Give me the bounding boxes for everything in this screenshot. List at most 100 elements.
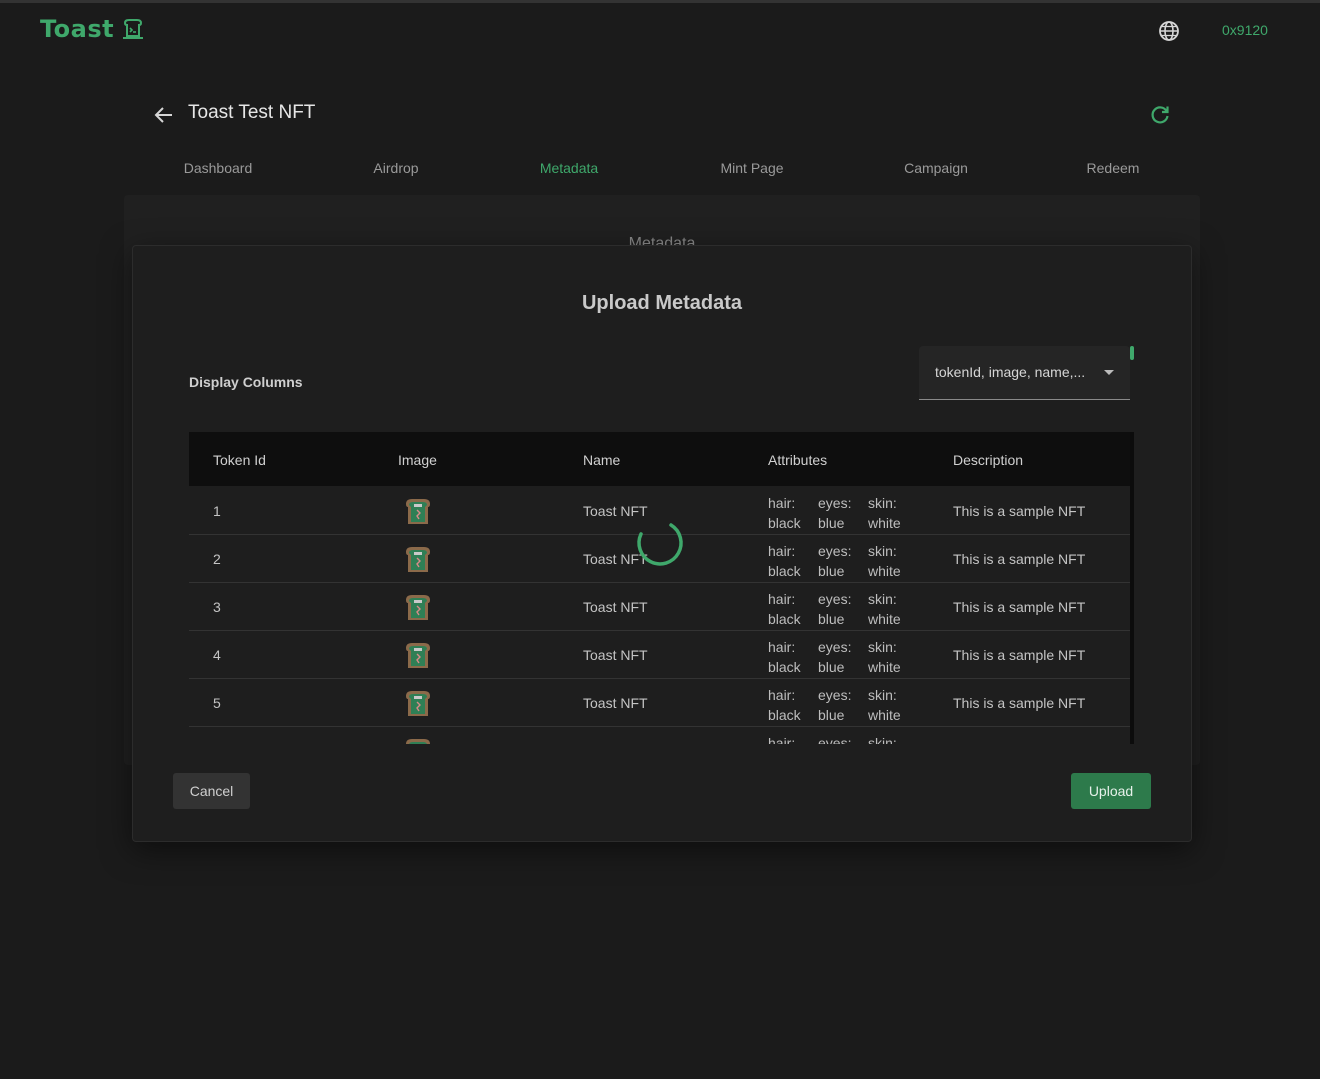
header-name: Name xyxy=(583,452,621,468)
tab-metadata[interactable]: Metadata xyxy=(540,160,598,176)
attribute-value: black xyxy=(768,611,801,627)
name-cell: Toast NFT xyxy=(583,647,648,663)
tab-dashboard[interactable]: Dashboard xyxy=(184,160,253,176)
attribute-key: hair: xyxy=(768,735,796,744)
tab-campaign[interactable]: Campaign xyxy=(904,160,968,176)
attribute-cell: eyes: blue xyxy=(818,541,851,581)
brand-name: Toast xyxy=(40,15,115,43)
scrollbar-track[interactable] xyxy=(1130,432,1134,744)
page-title: Toast Test NFT xyxy=(188,102,316,123)
attribute-key: eyes: xyxy=(818,687,852,703)
token-id-cell: 5 xyxy=(213,695,221,711)
attribute-value: black xyxy=(768,515,801,531)
attribute-key: hair: xyxy=(768,687,796,703)
attribute-cell: eyes: xyxy=(818,733,851,744)
description-cell: This is a sample NFT xyxy=(953,551,1086,567)
header-image: Image xyxy=(398,452,437,468)
table-row: hair: eyes: skin: xyxy=(189,726,1130,744)
attribute-value: white xyxy=(868,659,901,675)
attribute-key: hair: xyxy=(768,639,796,655)
name-cell: Toast NFT xyxy=(583,695,648,711)
tab-redeem[interactable]: Redeem xyxy=(1087,160,1140,176)
attribute-key: skin: xyxy=(868,687,897,703)
attribute-cell: eyes: blue xyxy=(818,637,851,677)
attribute-key: skin: xyxy=(868,639,897,655)
attribute-cell: skin: xyxy=(868,733,897,744)
cancel-button[interactable]: Cancel xyxy=(173,773,250,809)
header-attributes: Attributes xyxy=(768,452,828,468)
table-row: 4 Toast NFT hair: black eyes: blue skin: white T… xyxy=(189,630,1130,679)
attribute-cell: skin: white xyxy=(868,637,901,677)
attribute-key: hair: xyxy=(768,591,796,607)
toast-logo-icon xyxy=(123,19,144,39)
attribute-cell: eyes: blue xyxy=(818,685,851,725)
attribute-key: skin: xyxy=(868,735,897,744)
display-columns-value: tokenId, image, name,... xyxy=(935,364,1086,380)
arrow-left-icon[interactable] xyxy=(152,103,176,127)
metadata-table: Token Id Image Name Attributes Descripti… xyxy=(189,432,1130,744)
attribute-value: black xyxy=(768,707,801,723)
attribute-value: blue xyxy=(818,515,845,531)
attribute-key: hair: xyxy=(768,543,796,559)
attribute-cell: hair: black xyxy=(768,541,801,581)
attribute-value: black xyxy=(768,563,801,579)
attribute-value: blue xyxy=(818,611,845,627)
attribute-key: skin: xyxy=(868,495,897,511)
attribute-value: blue xyxy=(818,563,845,579)
attribute-cell: hair: black xyxy=(768,589,801,629)
display-columns-label: Display Columns xyxy=(189,374,303,390)
toast-nft-image-icon xyxy=(406,499,430,524)
attribute-value: white xyxy=(868,563,901,579)
description-cell: This is a sample NFT xyxy=(953,503,1086,519)
tab-mint-page[interactable]: Mint Page xyxy=(720,160,783,176)
token-id-cell: 4 xyxy=(213,647,221,663)
attribute-cell: hair: black xyxy=(768,637,801,677)
token-id-cell: 2 xyxy=(213,551,221,567)
description-cell: This is a sample NFT xyxy=(953,695,1086,711)
dialog-title: Upload Metadata xyxy=(581,292,743,314)
upload-metadata-dialog: Upload Metadata Display Columns tokenId,… xyxy=(132,245,1192,842)
attribute-cell: hair: black xyxy=(768,685,801,725)
attribute-cell: eyes: blue xyxy=(818,493,851,533)
tab-bar: Dashboard Airdrop Metadata Mint Page Cam… xyxy=(124,160,1200,184)
description-cell: This is a sample NFT xyxy=(953,599,1086,615)
attribute-key: eyes: xyxy=(818,591,852,607)
toast-nft-image-icon xyxy=(406,643,430,668)
table-row: 3 Toast NFT hair: black eyes: blue skin: white T… xyxy=(189,582,1130,631)
loading-spinner xyxy=(637,523,683,566)
globe-icon[interactable] xyxy=(1158,20,1180,42)
token-id-cell: 3 xyxy=(213,599,221,615)
toast-nft-image-icon xyxy=(406,691,430,716)
attribute-value: blue xyxy=(818,707,845,723)
tab-airdrop[interactable]: Airdrop xyxy=(373,160,418,176)
attribute-key: skin: xyxy=(868,591,897,607)
wallet-address[interactable]: 0x9120 xyxy=(1222,22,1268,38)
attribute-value: white xyxy=(868,707,901,723)
toast-nft-image-icon xyxy=(406,595,430,620)
attribute-cell: eyes: blue xyxy=(818,589,851,629)
name-cell: Toast NFT xyxy=(583,599,648,615)
toast-nft-image-icon xyxy=(406,739,430,744)
scrollbar-thumb[interactable] xyxy=(1130,346,1134,360)
brand-logo[interactable]: Toast xyxy=(40,15,144,43)
header-description: Description xyxy=(953,452,1024,468)
attribute-cell: hair: xyxy=(768,733,795,744)
attribute-key: eyes: xyxy=(818,735,852,744)
toast-nft-image-icon xyxy=(406,547,430,572)
attribute-cell: skin: white xyxy=(868,493,901,533)
attribute-cell: hair: black xyxy=(768,493,801,533)
description-cell: This is a sample NFT xyxy=(953,647,1086,663)
attribute-key: eyes: xyxy=(818,639,852,655)
table-header: Token Id Image Name Attributes Descripti… xyxy=(189,432,1130,486)
token-id-cell: 1 xyxy=(213,503,221,519)
attribute-value: white xyxy=(868,611,901,627)
attribute-value: black xyxy=(768,659,801,675)
upload-button[interactable]: Upload xyxy=(1071,773,1151,809)
top-border xyxy=(0,0,1320,3)
attribute-cell: skin: white xyxy=(868,685,901,725)
attribute-cell: skin: white xyxy=(868,589,901,629)
refresh-icon[interactable] xyxy=(1148,103,1172,127)
attribute-key: skin: xyxy=(868,543,897,559)
display-columns-select[interactable]: tokenId, image, name,... xyxy=(919,346,1130,400)
attribute-key: eyes: xyxy=(818,543,852,559)
